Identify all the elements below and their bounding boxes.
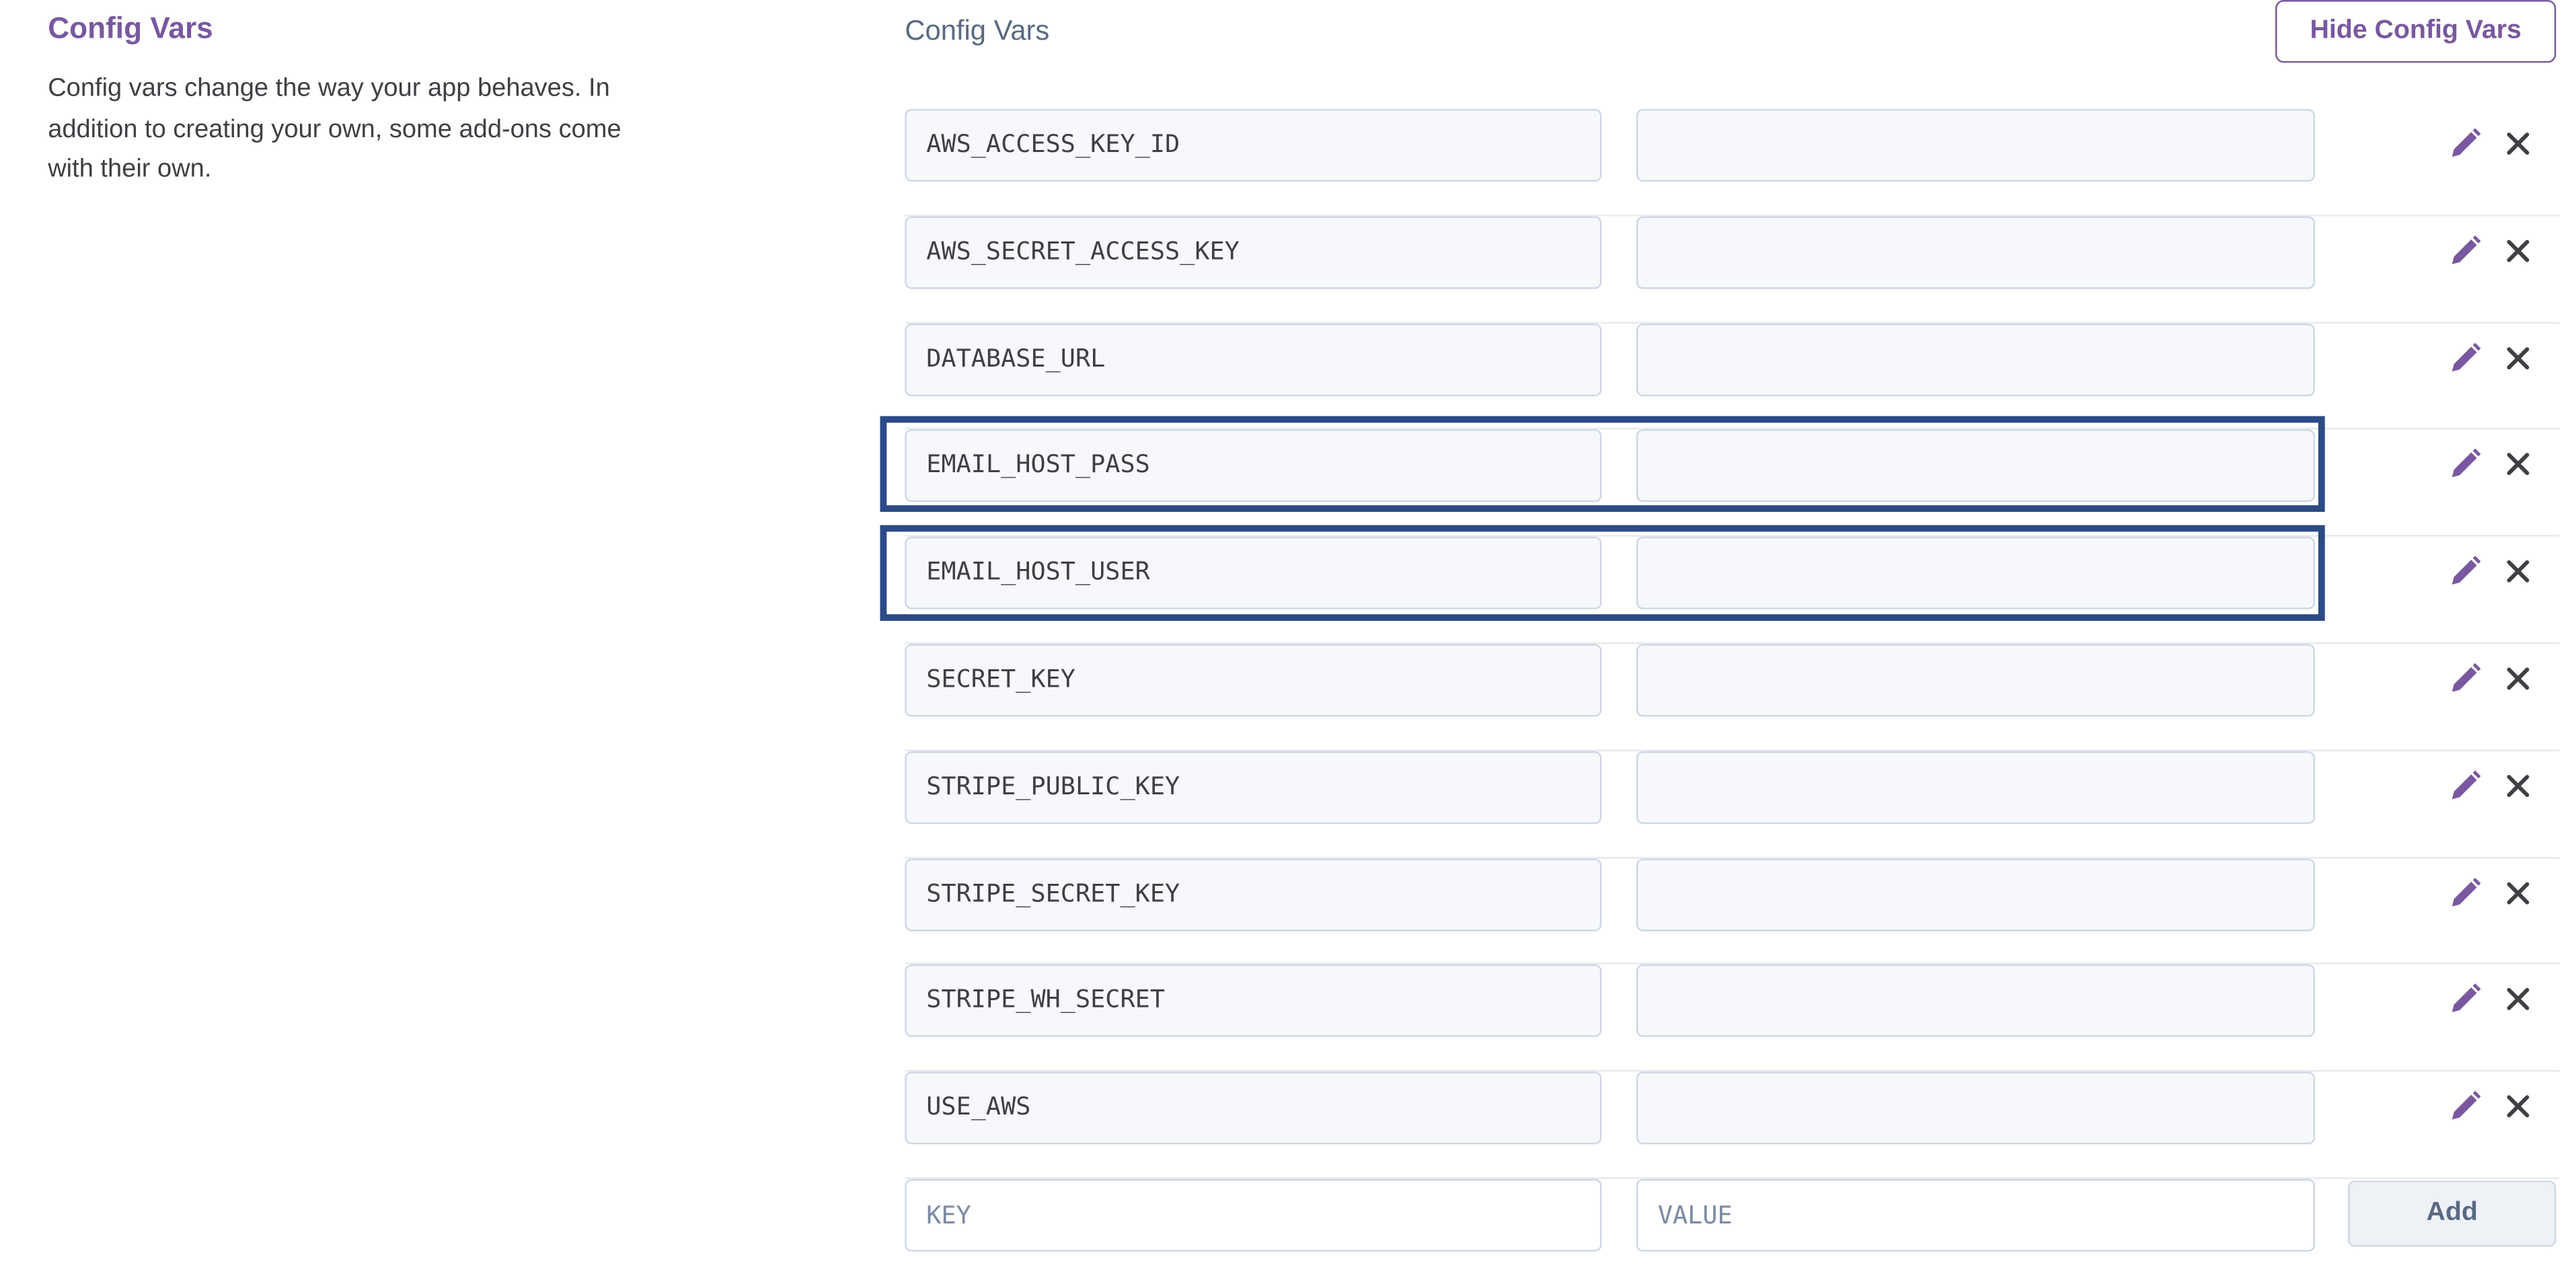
pencil-icon[interactable] (2447, 340, 2483, 376)
pencil-icon[interactable] (2447, 447, 2483, 483)
close-icon[interactable] (2500, 874, 2536, 911)
config-var-value[interactable] (1636, 644, 2315, 717)
config-var-key[interactable]: EMAIL_HOST_USER (905, 537, 1602, 610)
pencil-icon[interactable] (2447, 981, 2483, 1018)
new-config-var-row: Add (905, 1178, 2559, 1286)
config-var-value[interactable] (1636, 216, 2315, 289)
close-icon[interactable] (2500, 767, 2536, 804)
config-var-key[interactable]: SECRET_KEY (905, 644, 1602, 717)
config-var-key[interactable]: STRIPE_PUBLIC_KEY (905, 751, 1602, 824)
config-var-row: STRIPE_PUBLIC_KEY (905, 751, 2560, 858)
config-var-row: SECRET_KEY (905, 644, 2560, 751)
config-var-row: STRIPE_SECRET_KEY (905, 858, 2560, 965)
config-var-key[interactable]: EMAIL_HOST_PASS (905, 430, 1602, 503)
pencil-icon[interactable] (2447, 874, 2483, 911)
config-vars-panel: Config Vars Hide Config Vars AWS_ACCESS_… (905, 0, 2560, 1286)
config-var-value[interactable] (1636, 323, 2315, 396)
section-title: Config Vars (48, 11, 213, 45)
config-var-list: AWS_ACCESS_KEY_ID AWS_SECRET_ACCESS_KEY DA… (905, 109, 2560, 1179)
close-icon[interactable] (2500, 447, 2536, 483)
pencil-icon[interactable] (2447, 767, 2483, 804)
pencil-icon[interactable] (2447, 1088, 2483, 1125)
config-var-value[interactable] (1636, 430, 2315, 503)
pencil-icon[interactable] (2447, 233, 2483, 269)
config-var-row: EMAIL_HOST_PASS (905, 430, 2560, 537)
new-key-input[interactable] (905, 1178, 1602, 1252)
close-icon[interactable] (2500, 1088, 2536, 1125)
config-var-value[interactable] (1636, 109, 2315, 182)
close-icon[interactable] (2500, 233, 2536, 269)
config-var-key[interactable]: AWS_SECRET_ACCESS_KEY (905, 216, 1602, 289)
config-var-row: EMAIL_HOST_USER (905, 537, 2560, 644)
panel-header: Config Vars Hide Config Vars (905, 0, 2559, 109)
config-var-key[interactable]: STRIPE_WH_SECRET (905, 965, 1602, 1038)
pencil-icon[interactable] (2447, 554, 2483, 590)
pencil-icon[interactable] (2447, 660, 2483, 697)
new-value-input[interactable] (1636, 1178, 2315, 1252)
close-icon[interactable] (2500, 660, 2536, 697)
config-vars-info: Config Vars Config vars change the way y… (48, 7, 675, 191)
config-var-key[interactable]: DATABASE_URL (905, 323, 1602, 396)
section-description: Config vars change the way your app beha… (48, 74, 621, 184)
close-icon[interactable] (2500, 554, 2536, 590)
pencil-icon[interactable] (2447, 126, 2483, 162)
add-config-var-button[interactable]: Add (2348, 1180, 2556, 1247)
hide-config-vars-button[interactable]: Hide Config Vars (2275, 0, 2556, 63)
close-icon[interactable] (2500, 340, 2536, 376)
config-var-row: AWS_ACCESS_KEY_ID (905, 109, 2560, 217)
close-icon[interactable] (2500, 981, 2536, 1018)
config-var-row: DATABASE_URL (905, 323, 2560, 430)
panel-title: Config Vars (905, 15, 1050, 46)
config-vars-page: Config Vars Config vars change the way y… (0, 0, 2576, 1271)
config-var-value[interactable] (1636, 537, 2315, 610)
config-var-key[interactable]: STRIPE_SECRET_KEY (905, 858, 1602, 931)
config-var-value[interactable] (1636, 751, 2315, 824)
close-icon[interactable] (2500, 126, 2536, 162)
config-var-value[interactable] (1636, 1071, 2315, 1145)
config-var-key[interactable]: USE_AWS (905, 1071, 1602, 1145)
config-var-value[interactable] (1636, 965, 2315, 1038)
config-var-row: AWS_SECRET_ACCESS_KEY (905, 216, 2560, 324)
config-var-value[interactable] (1636, 858, 2315, 931)
config-var-key[interactable]: AWS_ACCESS_KEY_ID (905, 109, 1602, 182)
config-var-row: STRIPE_WH_SECRET (905, 965, 2560, 1072)
config-var-row: USE_AWS (905, 1071, 2560, 1179)
